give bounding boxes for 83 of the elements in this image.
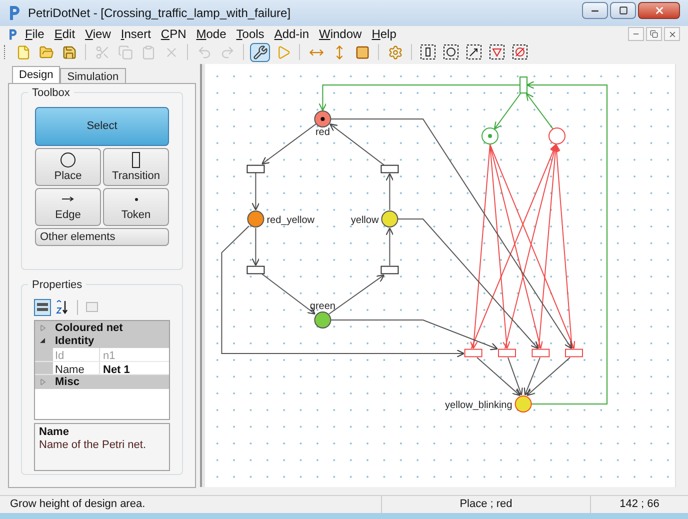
description-text: Name of the Petri net. (39, 439, 147, 452)
close-button[interactable] (638, 2, 680, 19)
toolbar-button[interactable] (418, 42, 438, 62)
toolbar-button[interactable] (487, 42, 507, 62)
wrench-icon (252, 44, 268, 60)
edge-tool-button[interactable]: Edge (35, 188, 101, 226)
property-name: Name (53, 362, 100, 374)
toolbar-button[interactable] (441, 42, 461, 62)
transition-node (380, 266, 399, 274)
toolbar-button[interactable] (464, 42, 484, 62)
clipboard-icon (140, 44, 156, 60)
place-label: red_yellow (266, 215, 315, 226)
mdi-close-button[interactable] (664, 27, 680, 41)
arc-arrow (261, 124, 316, 165)
row-gutter (35, 362, 53, 374)
description-title: Name (39, 426, 70, 439)
status-message: Grow height of design area. (9, 497, 146, 512)
scissors-icon (94, 44, 110, 60)
arc-arrow (252, 172, 260, 211)
transition-tool-button[interactable]: Transition (103, 148, 169, 186)
expanded-triangle-icon[interactable] (40, 338, 46, 344)
play-icon (276, 44, 290, 60)
place-label: red (315, 127, 330, 138)
settings-icon (388, 44, 402, 60)
transition-node (532, 348, 550, 358)
menu-item[interactable]: Mode (196, 25, 226, 43)
menu-item[interactable]: File (25, 25, 44, 43)
group-title: Properties (28, 277, 86, 294)
transition-node (498, 348, 516, 358)
arrow-icon (62, 196, 74, 202)
menu-item[interactable]: Help (372, 25, 396, 43)
undo-icon (196, 44, 212, 60)
dot-icon (134, 198, 138, 201)
property-value[interactable]: Net 1 (100, 362, 169, 374)
circle-icon (60, 152, 76, 168)
app-logo-icon (8, 5, 20, 21)
close-icon (668, 30, 676, 38)
folder-icon (38, 44, 54, 60)
transition-node (464, 348, 482, 358)
toolbar-button[interactable] (250, 42, 270, 62)
transition-node (565, 348, 583, 358)
place-label: yellow (350, 215, 379, 226)
place-label: yellow_blinking (445, 400, 512, 411)
panel-tab[interactable]: Simulation (60, 68, 126, 83)
token-tool-button[interactable]: Token (103, 188, 169, 226)
panel-tab[interactable]: Design (12, 66, 60, 83)
redo-icon (220, 44, 234, 60)
menu-item[interactable]: CPN (160, 25, 186, 43)
property-category[interactable]: Coloured net (35, 321, 169, 334)
restore-icon (650, 30, 658, 38)
rectangle-icon (132, 152, 140, 168)
copy-icon (118, 44, 132, 60)
transition-node (246, 164, 265, 174)
new-file-icon (16, 44, 30, 60)
save-icon (62, 44, 76, 60)
mdi-restore-button[interactable] (646, 27, 662, 41)
window-title: PetriDotNet - [Crossing_traffic_lamp_with_failure] (28, 5, 291, 22)
maximize-icon (618, 6, 628, 15)
property-category[interactable]: Identity (35, 334, 169, 348)
dashed-rectangle-icon (420, 44, 436, 60)
menu-item[interactable]: Add-in (274, 25, 309, 43)
sort-az-icon[interactable] (55, 300, 69, 314)
property-name: Id (53, 348, 100, 360)
row-gutter (35, 348, 53, 360)
place-tool-button[interactable]: Place (35, 148, 101, 186)
menu-item[interactable]: Tools (236, 25, 264, 43)
property-category[interactable]: Misc (35, 375, 169, 388)
transition-node (520, 76, 528, 94)
menu-item[interactable]: Window (319, 25, 362, 43)
mdi-minimize-button[interactable] (628, 27, 644, 41)
design-canvas[interactable]: red red_yellow yellow green yellow_blinking (205, 64, 675, 487)
menu-item[interactable]: Insert (120, 25, 151, 43)
other-elements-button[interactable]: Other elements (35, 228, 169, 246)
menu-item[interactable]: View (85, 25, 111, 43)
toolbar-button[interactable] (510, 42, 530, 62)
maximize-button[interactable] (610, 2, 636, 19)
close-icon (654, 5, 664, 16)
transition-node (246, 266, 265, 274)
transition-node (380, 164, 399, 174)
select-button[interactable]: Select (35, 107, 169, 146)
place-label: green (310, 301, 336, 312)
categorized-icon[interactable] (34, 298, 51, 316)
menu-item[interactable]: Edit (54, 25, 76, 43)
